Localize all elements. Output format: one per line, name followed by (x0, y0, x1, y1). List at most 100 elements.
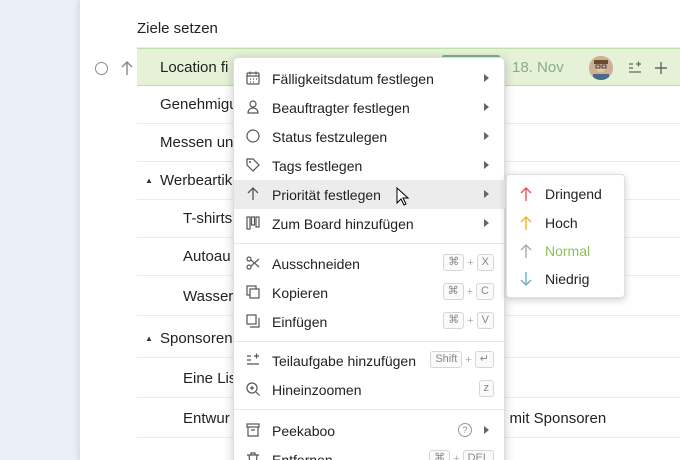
status-circle-icon[interactable] (95, 62, 108, 75)
menu-separator (234, 409, 506, 410)
collapse-triangle-icon[interactable]: ▲ (145, 176, 153, 185)
task-row[interactable]: Ziele setzen (137, 10, 680, 48)
menu-item-label: Hineinzoomen (272, 381, 362, 398)
priority-urgent[interactable]: Dringend (507, 180, 626, 208)
task-title: Werbeartik (160, 172, 233, 189)
menu-item-label: Ausschneiden (272, 255, 360, 272)
arrow-down-blue-icon (520, 272, 532, 286)
task-title: Messen un (160, 134, 234, 151)
priority-high[interactable]: Hoch (507, 209, 626, 237)
board-icon (246, 216, 260, 230)
menu-item-label: Einfügen (272, 313, 328, 330)
shortcut-key: V (476, 312, 494, 329)
collapse-triangle-icon[interactable]: ▲ (145, 334, 153, 343)
priority-label: Dringend (545, 186, 602, 202)
menu-item-cut[interactable]: Ausschneiden ⌘ + X (234, 249, 506, 278)
menu-item-label: Peekaboo (272, 422, 336, 439)
shortcut: ⌘ + DEL (429, 450, 494, 460)
menu-separator (234, 341, 506, 342)
due-date[interactable]: 18. Nov (512, 59, 564, 76)
menu-item-zoom[interactable]: Hineinzoomen z (234, 375, 506, 404)
submenu-arrow-icon (484, 132, 489, 140)
paste-icon (246, 314, 260, 328)
submenu-arrow-icon (484, 103, 489, 111)
task-title: Autoau (183, 248, 231, 265)
menu-item-tags[interactable]: Tags festlegen (234, 151, 506, 180)
menu-item-label: Kopieren (272, 284, 329, 301)
task-title: Sponsoren (160, 330, 233, 347)
left-pane (0, 0, 80, 460)
task-title: Wasser (183, 288, 234, 305)
shortcut-key: X (476, 254, 494, 271)
shortcut: z (478, 380, 494, 397)
shortcut-key: ⌘ (443, 312, 465, 329)
shortcut-key: z (478, 380, 494, 397)
menu-item-copy[interactable]: Kopieren ⌘ + C (234, 278, 506, 307)
menu-item-label: Teilaufgabe hinzufügen (272, 352, 417, 369)
task-title: Ziele setzen (137, 20, 218, 37)
task-title: Entwur (183, 410, 230, 427)
priority-arrow-icon[interactable] (120, 58, 134, 78)
mouse-cursor-icon (396, 187, 410, 206)
menu-item-priority[interactable]: Priorität festlegen (234, 180, 506, 209)
calendar-icon (246, 71, 260, 85)
shortcut-key: ⌘ (429, 450, 451, 460)
archive-icon (246, 423, 260, 437)
menu-item-status[interactable]: Status festzulegen (234, 122, 506, 151)
task-title: Eine Lis (183, 370, 237, 387)
menu-item-label: Priorität festlegen (272, 186, 381, 203)
task-title: Genehmigu (160, 96, 238, 113)
shortcut-key: C (476, 283, 494, 300)
arrow-up-red-icon (520, 187, 532, 201)
shortcut-key: ↵ (474, 351, 494, 368)
submenu-arrow-icon (484, 74, 489, 82)
menu-item-label: Zum Board hinzufügen (272, 215, 414, 232)
menu-separator (234, 243, 506, 244)
assignee-avatar[interactable] (589, 56, 613, 80)
task-title: Location fi (160, 58, 229, 76)
shortcut: ⌘ + C (442, 283, 494, 300)
menu-item-delete[interactable]: Entfernen ⌘ + DEL (234, 445, 506, 460)
priority-label: Niedrig (545, 271, 590, 287)
menu-item-label: Beauftragter festlegen (272, 99, 410, 116)
submenu-arrow-icon (484, 190, 489, 198)
shortcut-key: Shift (430, 351, 463, 368)
help-icon[interactable]: ? (458, 423, 472, 437)
person-icon (247, 100, 259, 114)
tag-icon (246, 158, 260, 172)
add-icon[interactable] (653, 60, 669, 76)
shortcut: ⌘ + X (443, 254, 494, 271)
menu-item-paste[interactable]: Einfügen ⌘ + V (234, 307, 506, 336)
submenu-arrow-icon (484, 219, 489, 227)
arrow-up-icon (247, 187, 259, 200)
shortcut-key: ⌘ (442, 283, 464, 300)
menu-item-board[interactable]: Zum Board hinzufügen (234, 209, 506, 238)
add-subtask-icon[interactable] (627, 60, 643, 76)
scissors-icon (246, 256, 260, 270)
menu-item-assignee[interactable]: Beauftragter festlegen (234, 93, 506, 122)
arrow-up-yellow-icon (520, 216, 532, 230)
menu-item-label: Fälligkeitsdatum festlegen (272, 70, 434, 87)
menu-item-label: Status festzulegen (272, 128, 388, 145)
copy-icon (246, 285, 260, 299)
menu-item-label: Entfernen (272, 451, 333, 460)
priority-normal[interactable]: Normal (507, 237, 626, 265)
shortcut-key: ⌘ (443, 254, 465, 271)
priority-low[interactable]: Niedrig (507, 265, 626, 293)
subtask-icon (247, 353, 259, 365)
task-title: T-shirts (183, 210, 233, 227)
task-title-tail: g mit Sponsoren (497, 410, 607, 427)
submenu-arrow-icon (484, 161, 489, 169)
priority-label: Normal (545, 243, 591, 259)
menu-item-due-date[interactable]: Fälligkeitsdatum festlegen (234, 64, 506, 93)
priority-label: Hoch (545, 215, 578, 231)
menu-item-subtask[interactable]: Teilaufgabe hinzufügen Shift + ↵ (234, 346, 506, 375)
shortcut: Shift + ↵ (430, 351, 494, 368)
menu-item-peekaboo[interactable]: Peekaboo ? (234, 416, 506, 445)
submenu-arrow-icon (484, 426, 489, 434)
trash-icon (247, 452, 259, 460)
menu-item-label: Tags festlegen (272, 157, 363, 174)
shortcut-key: DEL (462, 450, 494, 460)
zoom-icon (246, 382, 260, 396)
priority-submenu: Dringend Hoch Normal Niedrig (506, 174, 625, 298)
